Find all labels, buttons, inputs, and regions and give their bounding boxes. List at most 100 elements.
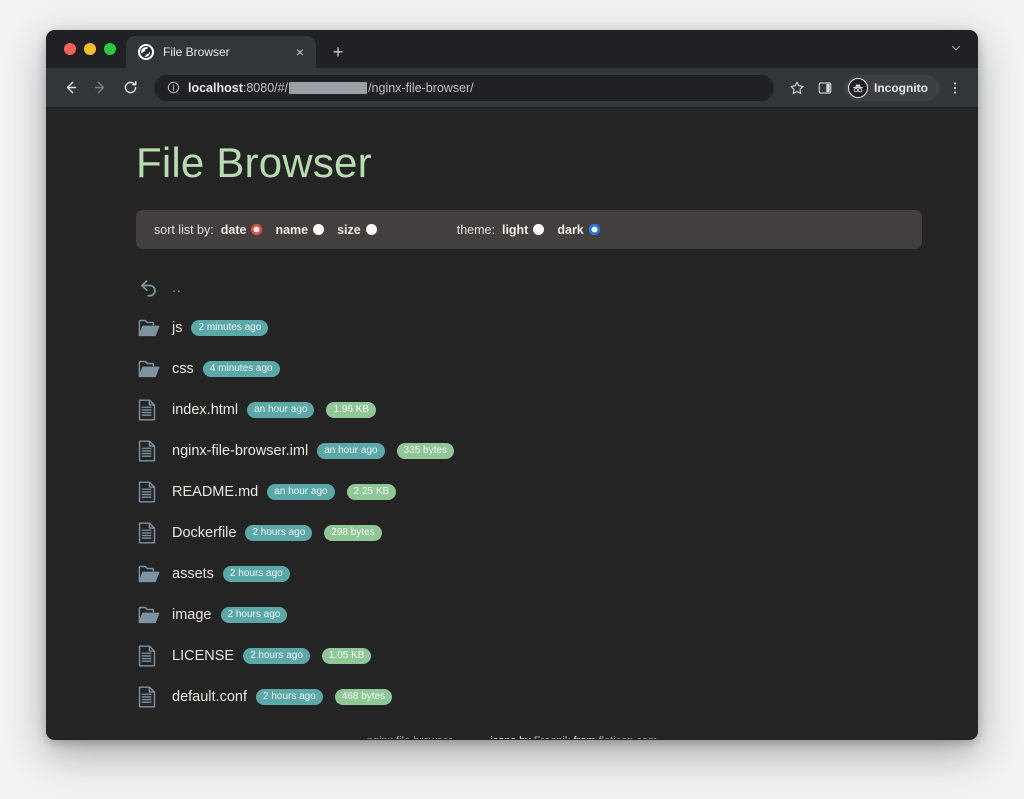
close-tab-icon[interactable]: × <box>292 44 308 60</box>
forward-button[interactable] <box>86 74 114 102</box>
project-link[interactable]: nginx file browser <box>367 735 453 739</box>
browser-tab[interactable]: File Browser × <box>126 36 316 68</box>
address-bar[interactable]: localhost:8080/#/ /nginx-file-browser/ <box>154 74 774 101</box>
side-panel-icon[interactable] <box>812 75 838 101</box>
theme-option-dark[interactable]: dark <box>557 222 600 237</box>
tab-title: File Browser <box>163 45 230 59</box>
folder-icon <box>138 606 172 624</box>
folder-row[interactable]: image 2 hours ago <box>138 594 922 635</box>
credit-source-link[interactable]: flaticon.com <box>599 735 658 739</box>
file-size-badge: 298 bytes <box>324 524 382 541</box>
file-name: Dockerfile <box>172 524 237 541</box>
minimize-window-button[interactable] <box>84 43 96 55</box>
file-rows-container: js 2 minutes ago css 4 minutes ago index.htm… <box>138 307 922 717</box>
new-tab-button[interactable]: + <box>324 38 352 66</box>
file-size-badge: 1.05 KB <box>321 647 372 664</box>
file-row[interactable]: default.conf 2 hours ago 468 bytes <box>138 676 922 717</box>
chevron-down-icon[interactable] <box>944 36 968 60</box>
folder-row[interactable]: css 4 minutes ago <box>138 348 922 389</box>
theme-label: theme: <box>456 222 495 237</box>
file-icon <box>138 480 172 503</box>
credit-prefix: icons by <box>490 735 530 739</box>
file-name: js <box>172 319 183 336</box>
file-icon <box>138 685 172 708</box>
file-name: image <box>172 606 212 623</box>
file-name: README.md <box>172 483 259 500</box>
parent-directory-label: .. <box>172 278 182 295</box>
maximize-window-button[interactable] <box>104 43 116 55</box>
icon-credit: icons by Freepik from flaticon.com <box>490 735 657 739</box>
three-dot-menu-icon[interactable] <box>942 75 968 101</box>
file-list: .. js 2 minutes ago css 4 minutes ago index.… <box>136 266 922 717</box>
sort-label: sort list by: <box>154 222 214 237</box>
modified-time-badge: 2 minutes ago <box>191 319 269 336</box>
file-row[interactable]: README.md an hour ago 2.25 KB <box>138 471 922 512</box>
file-row[interactable]: index.html an hour ago 1.96 KB <box>138 389 922 430</box>
theme-option-dark-radio[interactable] <box>588 224 600 235</box>
folder-icon <box>138 360 172 378</box>
sort-option-date-radio[interactable] <box>251 224 263 235</box>
star-icon[interactable] <box>784 75 810 101</box>
window-traffic-lights <box>58 30 126 68</box>
reload-button[interactable] <box>116 74 144 102</box>
modified-time-badge: 2 hours ago <box>222 565 290 582</box>
theme-options-group: theme: light dark <box>457 223 606 237</box>
file-name: index.html <box>172 401 239 418</box>
sort-option-size[interactable]: size <box>337 223 377 237</box>
theme-option-light-radio[interactable] <box>533 224 545 235</box>
modified-time-badge: 4 minutes ago <box>202 360 280 377</box>
file-size-badge: 468 bytes <box>334 688 393 705</box>
sort-option-name-label: name <box>275 222 309 237</box>
options-bar: sort list by: date name size theme: ligh… <box>136 210 922 249</box>
incognito-indicator[interactable]: Incognito <box>844 74 940 101</box>
credit-author-link[interactable]: Freepik <box>534 735 571 739</box>
file-row[interactable]: Dockerfile 2 hours ago 298 bytes <box>138 512 922 553</box>
modified-time-badge: 2 hours ago <box>245 524 313 541</box>
modified-time-badge: an hour ago <box>247 401 315 418</box>
url-port-path: :8080/#/ <box>242 80 289 95</box>
sort-option-date[interactable]: date <box>221 223 263 237</box>
sort-options-group: sort list by: date name size <box>154 223 383 237</box>
file-size-badge: 2.25 KB <box>346 483 397 500</box>
browser-tabstrip: File Browser × + <box>46 30 978 68</box>
browser-toolbar: localhost:8080/#//nginx-file-browser/ I… <box>46 68 978 108</box>
credit-middle: from <box>574 735 596 739</box>
modified-time-badge: 2 hours ago <box>255 688 323 705</box>
close-window-button[interactable] <box>64 43 76 55</box>
theme-option-light[interactable]: light <box>501 222 545 237</box>
back-button[interactable] <box>56 74 84 102</box>
desktop-backdrop: File Browser × + localhost:8080/#/ /ngi… <box>0 0 1024 799</box>
page-footer: nginx file browser icons by Freepik from… <box>136 735 922 739</box>
sort-option-date-label: date <box>220 222 247 237</box>
theme-option-light-label: light <box>501 222 529 237</box>
file-icon <box>138 644 172 667</box>
file-name: LICENSE <box>172 647 235 664</box>
folder-row[interactable]: assets 2 hours ago <box>138 553 922 594</box>
site-info-icon[interactable] <box>166 81 180 95</box>
file-row[interactable]: LICENSE 2 hours ago 1.05 KB <box>138 635 922 676</box>
url-host: localhost <box>188 80 243 95</box>
file-icon <box>138 398 172 421</box>
file-browser-page: File Browser sort list by: date name siz… <box>46 108 978 739</box>
modified-time-badge: an hour ago <box>317 442 385 459</box>
incognito-label: Incognito <box>874 80 928 95</box>
modified-time-badge: 2 hours ago <box>220 606 288 623</box>
address-bar-url: localhost:8080/#/ /nginx-file-browser/ <box>188 81 474 95</box>
file-row[interactable]: nginx-file-browser.iml an hour ago 335 byt… <box>138 430 922 471</box>
browser-window: File Browser × + localhost:8080/#/ /ngi… <box>46 30 978 740</box>
theme-option-dark-label: dark <box>557 222 584 237</box>
folder-row[interactable]: js 2 minutes ago <box>138 307 922 348</box>
file-name: css <box>172 360 194 377</box>
sort-option-size-label: size <box>337 222 361 237</box>
modified-time-badge: 2 hours ago <box>243 647 310 664</box>
sort-option-size-radio[interactable] <box>365 224 377 235</box>
parent-directory-row[interactable]: .. <box>138 266 922 307</box>
file-name: default.conf <box>172 688 247 705</box>
file-name: nginx-file-browser.iml <box>172 442 309 459</box>
page-viewport: File Browser sort list by: date name siz… <box>46 108 978 739</box>
back-arrow-icon <box>138 276 172 298</box>
file-name: assets <box>172 565 214 582</box>
file-size-badge: 335 bytes <box>396 442 454 459</box>
sort-option-name-radio[interactable] <box>313 224 325 235</box>
sort-option-name[interactable]: name <box>275 222 325 237</box>
